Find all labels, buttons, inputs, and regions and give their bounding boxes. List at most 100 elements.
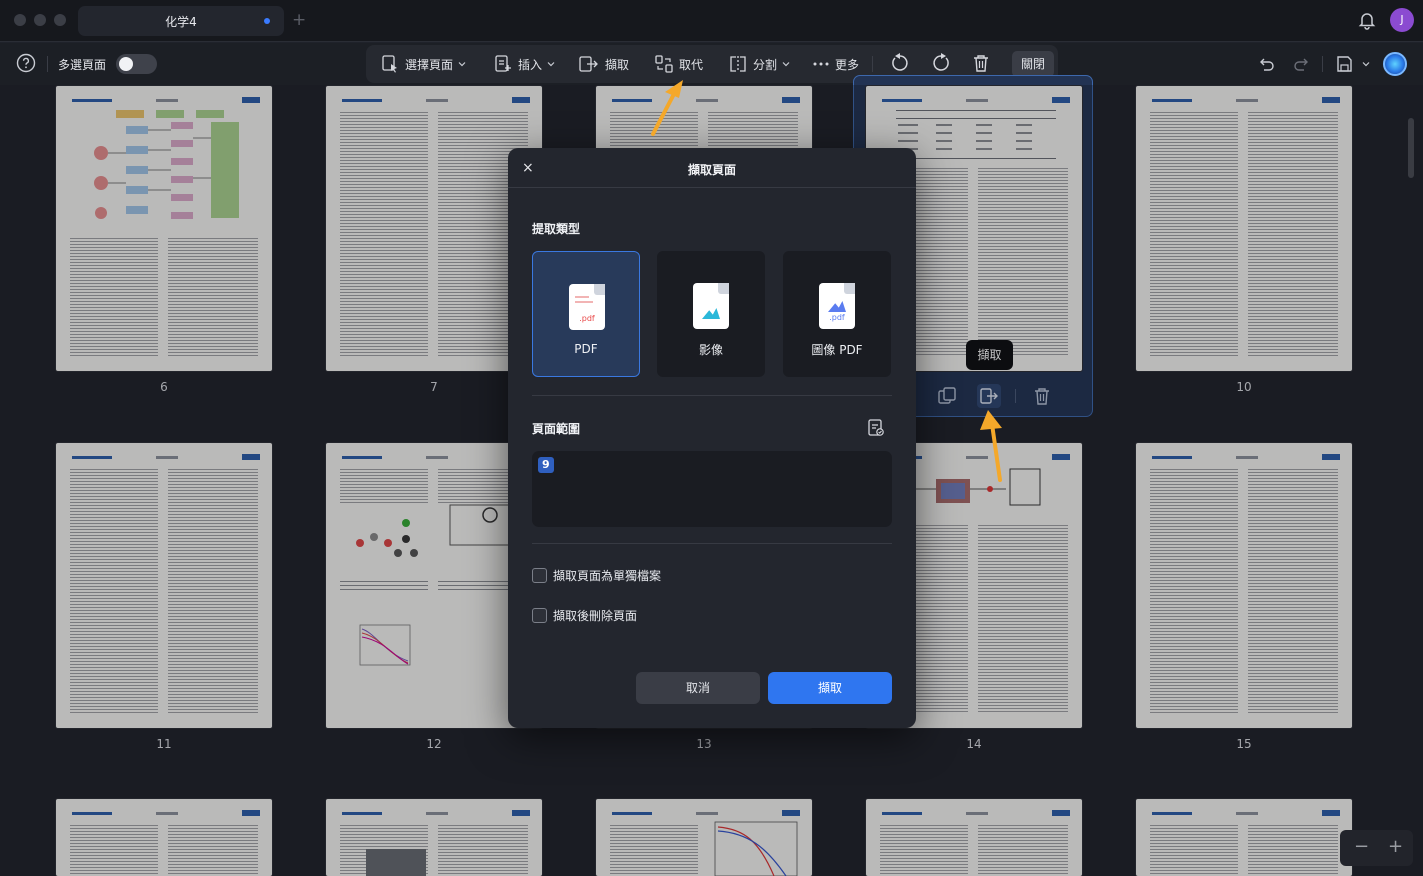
chevron-down-icon[interactable] <box>1362 60 1370 68</box>
page-thumbnail[interactable] <box>1136 799 1352 876</box>
zoom-control: − + <box>1340 830 1413 866</box>
insert-button[interactable]: 插入 <box>493 54 555 74</box>
page-range-input[interactable]: 9 <box>532 451 892 527</box>
option-delete-after[interactable]: 擷取後刪除頁面 <box>532 607 637 623</box>
ai-assistant-icon[interactable] <box>1383 52 1407 76</box>
select-pages-label: 選擇頁面 <box>405 57 454 72</box>
extract-type-pdf[interactable]: .pdf PDF <box>532 251 640 377</box>
zoom-out-button[interactable]: − <box>1354 836 1369 858</box>
close-page-mode-button[interactable]: 關閉 <box>1012 51 1054 77</box>
replace-page-icon <box>655 55 673 73</box>
page-range-chip[interactable]: 9 <box>538 457 554 473</box>
select-pages-button[interactable]: 選擇頁面 <box>380 54 466 74</box>
delete-after-checkbox[interactable] <box>532 607 547 623</box>
replace-button[interactable]: 取代 <box>654 54 703 74</box>
toggle-knob <box>119 57 133 71</box>
flowchart-figure <box>94 110 239 219</box>
save-icon[interactable] <box>1335 55 1353 73</box>
duplicate-page-icon[interactable] <box>936 385 958 407</box>
page-thumbnail[interactable] <box>56 799 272 876</box>
toolbar-divider <box>1322 56 1323 72</box>
rotate-left-icon[interactable] <box>889 52 911 74</box>
insert-page-icon <box>495 55 511 72</box>
image-pdf-file-icon: .pdf <box>819 283 855 329</box>
extract-type-image[interactable]: 影像 <box>657 251 765 377</box>
minimize-window-button[interactable] <box>34 14 46 26</box>
separate-files-checkbox[interactable] <box>532 567 547 583</box>
page-thumbnail[interactable] <box>596 799 812 876</box>
replace-label: 取代 <box>679 57 704 72</box>
title-bar: 化学4 + J <box>0 0 1423 42</box>
divider <box>508 187 916 188</box>
split-button[interactable]: 分割 <box>728 54 790 74</box>
extract-label: 擷取 <box>605 57 630 72</box>
extract-type-image-pdf[interactable]: .pdf 圖像 PDF <box>783 251 891 377</box>
page-number: 14 <box>966 737 982 751</box>
image-file-icon <box>693 283 729 329</box>
user-avatar[interactable]: J <box>1390 8 1414 32</box>
toolbar-divider <box>872 56 873 72</box>
tab-title: 化学4 <box>165 15 197 29</box>
page-number: 12 <box>426 737 442 751</box>
more-dots-icon <box>813 62 829 66</box>
option-separate-files[interactable]: 擷取頁面為單獨檔案 <box>532 567 661 583</box>
page-thumbnail[interactable] <box>1136 86 1352 371</box>
vertical-scrollbar[interactable] <box>1408 118 1414 178</box>
page-actions-divider <box>1015 389 1016 403</box>
document-tab[interactable]: 化学4 <box>78 6 284 36</box>
multi-select-label: 多選頁面 <box>58 58 107 72</box>
redo-icon[interactable] <box>1293 55 1311 73</box>
separate-files-label: 擷取頁面為單獨檔案 <box>553 568 662 583</box>
more-label: 更多 <box>835 57 860 72</box>
chevron-down-icon <box>547 62 555 67</box>
molecule-figure <box>340 503 530 713</box>
annotation-arrow-icon <box>980 410 1002 482</box>
page-thumbnail[interactable] <box>866 799 1082 876</box>
page-range-picker-icon[interactable] <box>866 418 886 438</box>
extract-type-label-image-pdf: 圖像 PDF <box>811 343 863 357</box>
chevron-down-icon <box>782 62 790 67</box>
extract-pages-dialog: × 擷取頁面 提取類型 .pdf PDF 影像 .pdf 圖像 PDF 頁面範圍… <box>508 148 916 728</box>
multi-select-toggle[interactable] <box>116 54 157 74</box>
divider <box>532 395 892 396</box>
window-controls[interactable] <box>14 14 66 26</box>
split-page-icon <box>730 56 746 72</box>
insert-label: 插入 <box>518 57 543 72</box>
undo-icon[interactable] <box>1257 55 1275 73</box>
delete-page-icon[interactable] <box>1031 385 1053 407</box>
page-thumbnail[interactable] <box>56 86 272 371</box>
page-number: 6 <box>160 380 168 394</box>
page-thumbnail[interactable] <box>326 799 542 876</box>
annotation-arrow-icon <box>651 80 683 136</box>
close-window-button[interactable] <box>14 14 26 26</box>
new-tab-button[interactable]: + <box>292 10 306 30</box>
divider <box>532 543 892 544</box>
photo-figure <box>366 849 426 876</box>
trash-icon[interactable] <box>970 52 992 74</box>
help-icon[interactable] <box>16 53 36 73</box>
toolbar-divider <box>47 56 48 72</box>
extract-confirm-button[interactable]: 擷取 <box>768 672 892 704</box>
extract-button[interactable]: 擷取 <box>578 54 629 74</box>
page-toolbar: 多選頁面 選擇頁面 插入 擷取 取代 分割 更多 關閉 <box>0 43 1423 85</box>
zoom-in-button[interactable]: + <box>1388 836 1403 858</box>
unsaved-dot-icon <box>264 18 270 24</box>
page-number: 13 <box>696 737 712 751</box>
extract-page-icon <box>579 56 598 72</box>
curve-figure <box>714 821 798 876</box>
page-thumbnail[interactable] <box>56 443 272 728</box>
page-thumbnail[interactable] <box>1136 443 1352 728</box>
page-number: 15 <box>1236 737 1252 751</box>
more-button[interactable]: 更多 <box>812 54 859 74</box>
dialog-title: 擷取頁面 <box>687 163 736 177</box>
extract-type-label-pdf: PDF <box>574 342 598 356</box>
split-label: 分割 <box>753 57 778 72</box>
zoom-window-button[interactable] <box>54 14 66 26</box>
chevron-down-icon <box>458 62 466 67</box>
extract-tooltip: 擷取 <box>966 340 1013 370</box>
cancel-button[interactable]: 取消 <box>636 672 760 704</box>
bell-icon[interactable] <box>1357 10 1377 30</box>
pdf-file-icon: .pdf <box>569 284 605 330</box>
rotate-right-icon[interactable] <box>930 52 952 74</box>
extract-page-icon[interactable] <box>977 384 1001 408</box>
